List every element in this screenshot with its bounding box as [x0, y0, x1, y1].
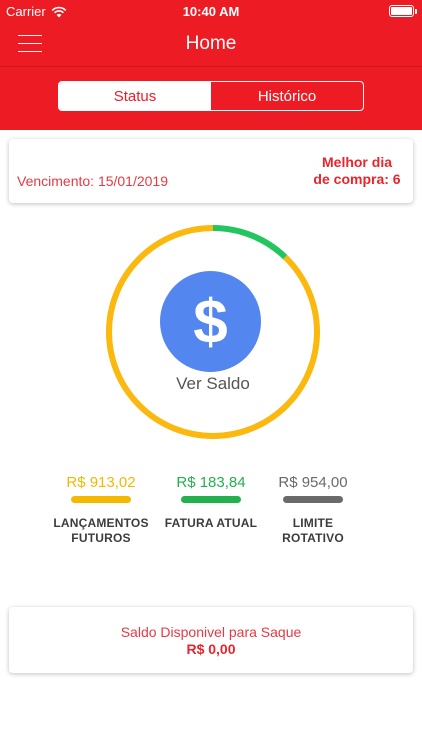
- tab-status[interactable]: Status: [59, 82, 211, 110]
- metric-label: FATURA ATUAL: [156, 516, 266, 531]
- metric-value: R$ 913,02: [66, 474, 136, 491]
- metric-limite-rotativo: R$ 954,00 LIMITE ROTATIVO: [258, 474, 368, 546]
- melhor-dia-line1: Melhor dia: [321, 154, 393, 170]
- metric-color-bar: [181, 496, 241, 503]
- metric-label-line2: ROTATIVO: [282, 531, 344, 545]
- metric-label: LANÇAMENTOS FUTUROS: [46, 516, 156, 546]
- melhor-dia-line2: de compra: 6: [313, 171, 401, 187]
- due-date-card: Vencimento: 15/01/2019 Melhor dia de com…: [9, 139, 413, 203]
- metric-lancamentos-futuros: R$ 913,02 LANÇAMENTOS FUTUROS: [46, 474, 156, 546]
- segmented-control: Status Histórico: [58, 81, 364, 111]
- metric-label-line1: FATURA ATUAL: [164, 516, 258, 530]
- status-bar: Carrier 10:40 AM: [0, 0, 422, 22]
- metric-label-line2: FUTUROS: [71, 531, 131, 545]
- app-header: Carrier 10:40 AM Home Status Histórico: [0, 0, 422, 130]
- vencimento-text: Vencimento: 15/01/2019: [17, 173, 169, 189]
- status-time: 10:40 AM: [182, 4, 240, 19]
- balance-ring: $ Ver Saldo: [104, 223, 322, 441]
- page-title: Home: [185, 33, 237, 54]
- saldo-saque-title: Saldo Disponivel para Saque: [120, 624, 302, 640]
- battery-icon: [389, 5, 414, 17]
- metric-label-line1: LIMITE: [292, 516, 334, 530]
- navigation-bar: Home: [0, 22, 422, 66]
- melhor-dia-text: Melhor dia de compra: 6: [313, 154, 400, 188]
- saldo-saque-value: R$ 0,00: [186, 641, 236, 657]
- metric-color-bar: [71, 496, 131, 503]
- dollar-icon[interactable]: $: [160, 271, 261, 372]
- tab-historico[interactable]: Histórico: [211, 82, 363, 110]
- metric-value: R$ 954,00: [278, 474, 348, 491]
- metric-fatura-atual: R$ 183,84 FATURA ATUAL: [156, 474, 266, 531]
- ver-saldo-label[interactable]: Ver Saldo: [104, 374, 322, 394]
- nav-divider: [0, 66, 422, 67]
- metric-value: R$ 183,84: [176, 474, 246, 491]
- metric-label: LIMITE ROTATIVO: [258, 516, 368, 546]
- withdraw-card[interactable]: Saldo Disponivel para Saque R$ 0,00: [9, 607, 413, 673]
- battery-tip: [415, 9, 417, 14]
- metric-color-bar: [283, 496, 343, 503]
- metric-label-line1: LANÇAMENTOS: [53, 516, 149, 530]
